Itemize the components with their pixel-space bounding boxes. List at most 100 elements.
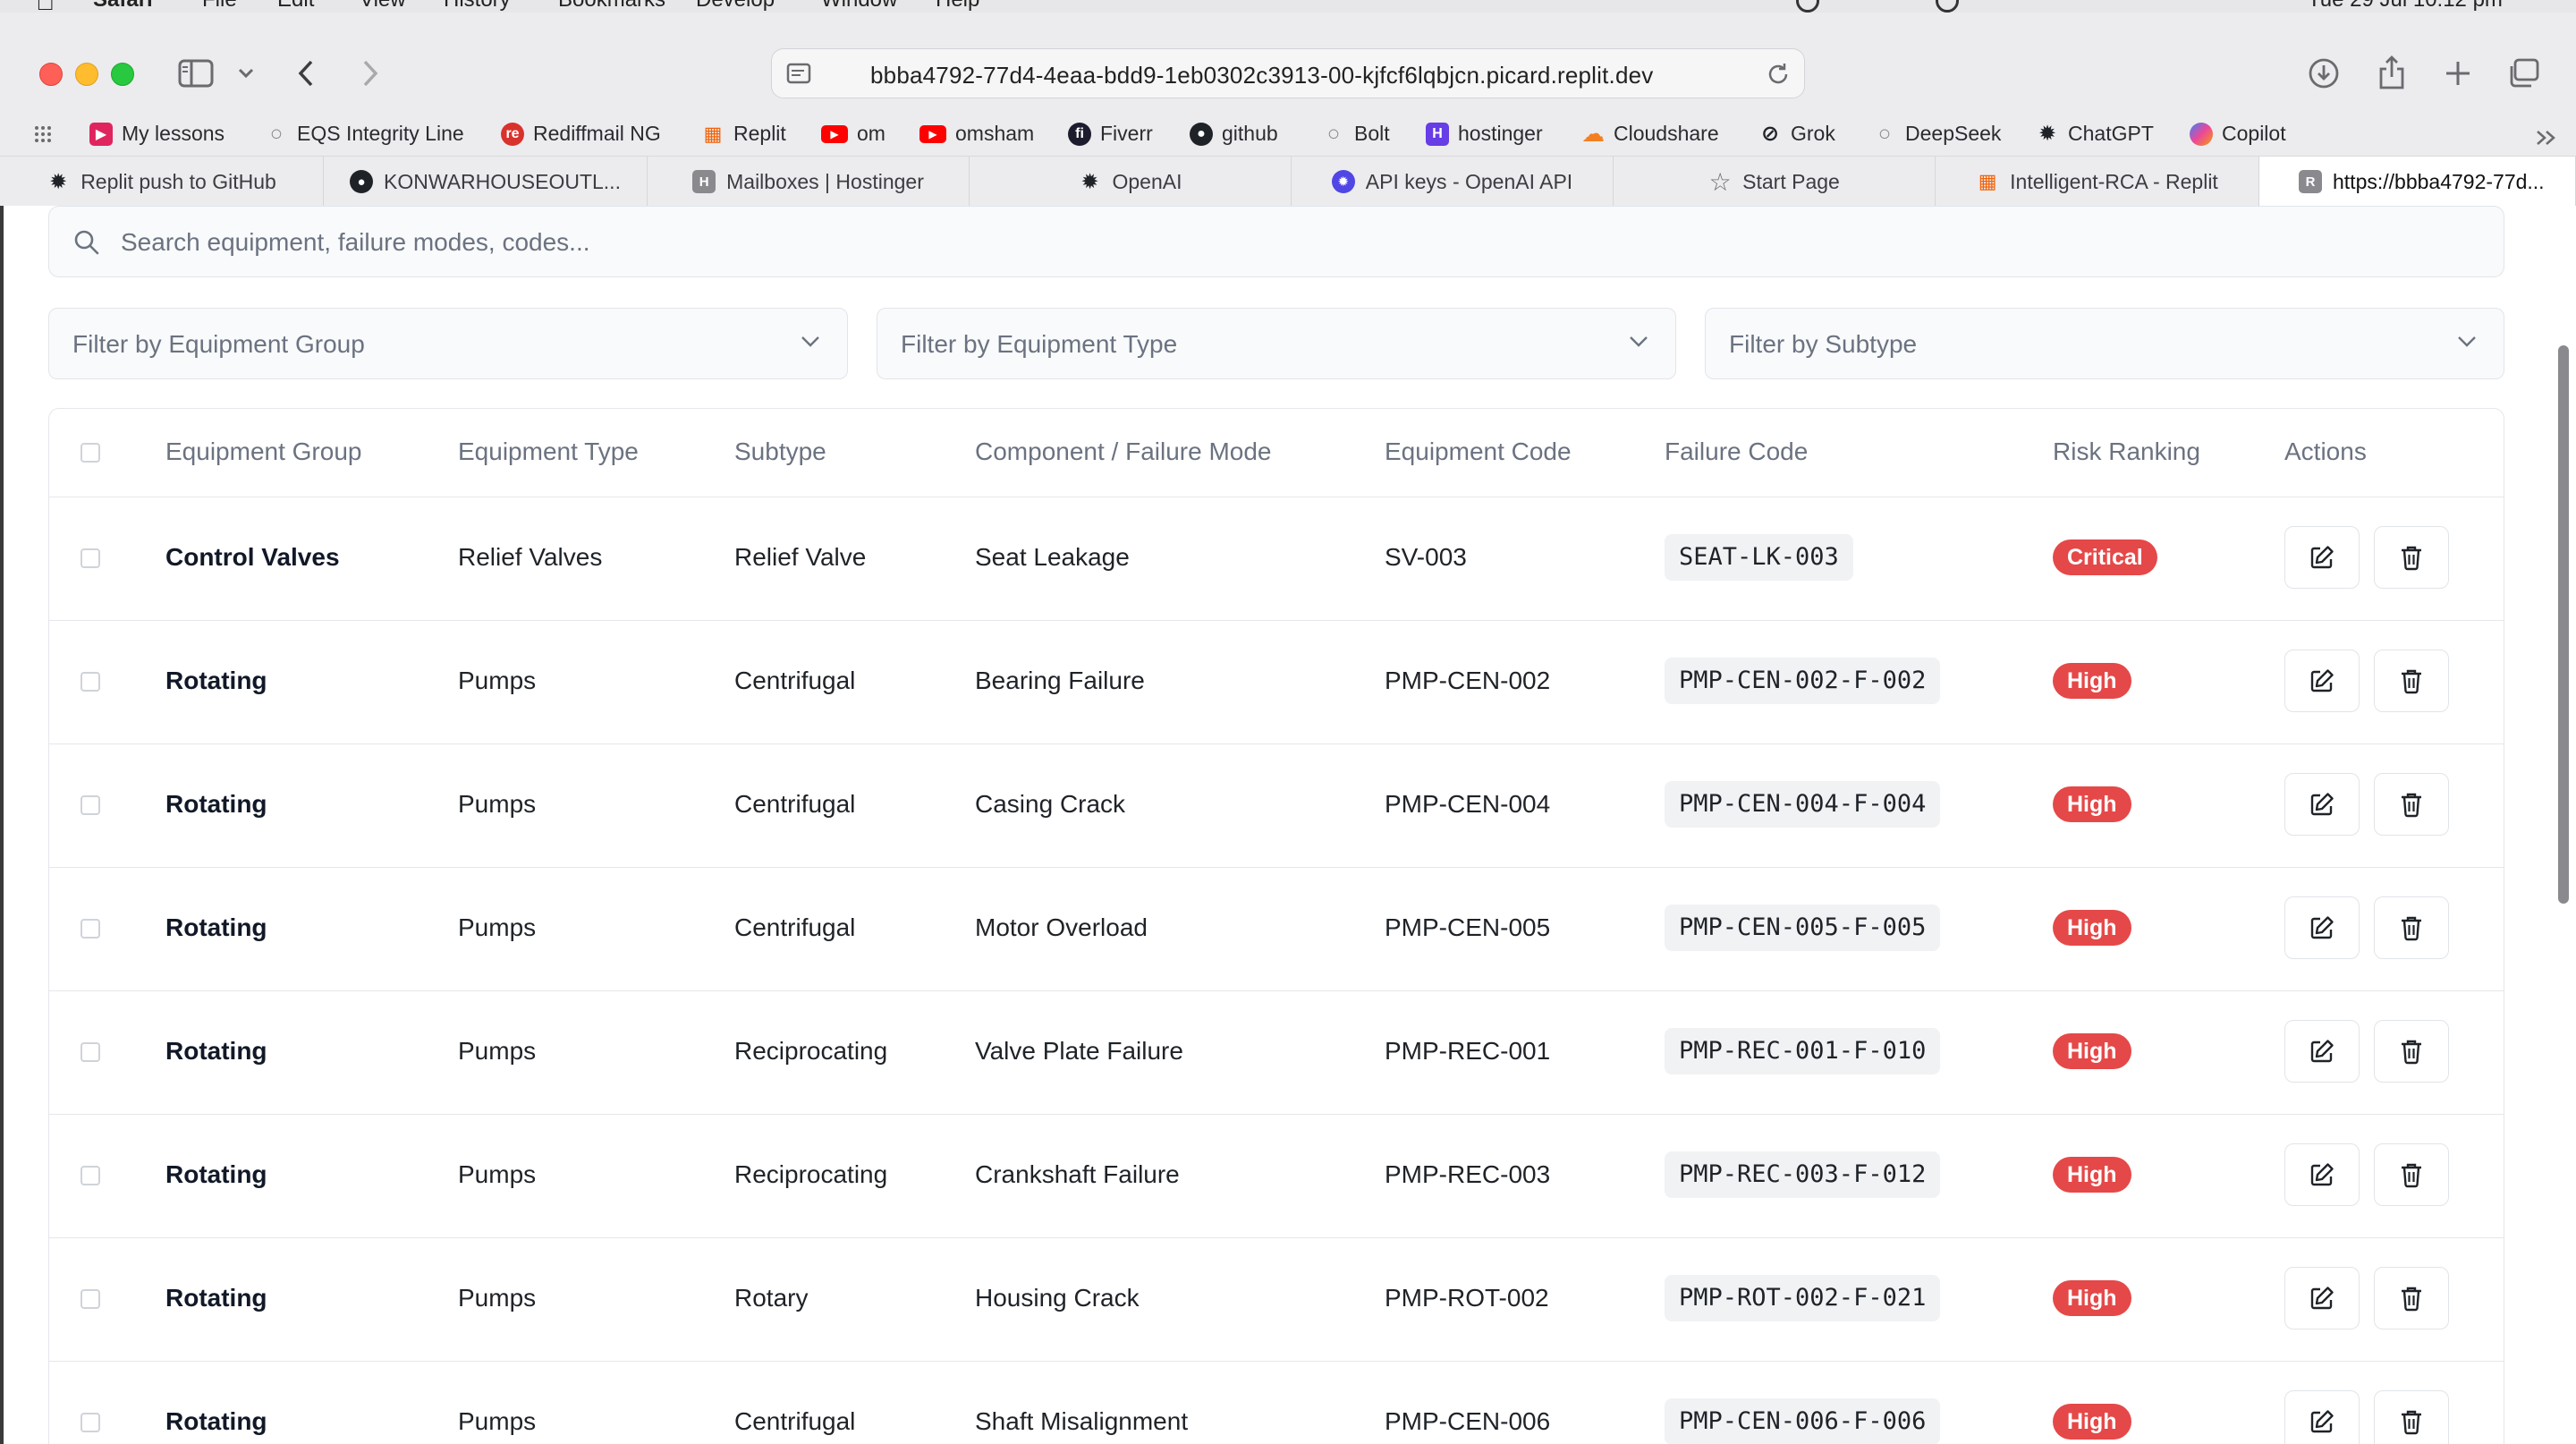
tab-api-keys[interactable]: ✹ API keys - OpenAI API <box>1292 157 1614 207</box>
edit-button[interactable] <box>2284 1267 2360 1329</box>
tab-start-page[interactable]: ☆ Start Page <box>1614 157 1936 207</box>
bookmark-om[interactable]: ▶ om <box>821 122 886 146</box>
page-icon: R <box>2299 170 2322 193</box>
edit-button[interactable] <box>2284 773 2360 836</box>
bookmark-copilot[interactable]: Copilot <box>2190 122 2286 146</box>
tab-hostinger[interactable]: H Mailboxes | Hostinger <box>648 157 970 207</box>
forward-icon[interactable] <box>356 55 385 91</box>
column-equipment-type[interactable]: Equipment Type <box>458 437 639 466</box>
menu-file[interactable]: File <box>202 0 237 13</box>
row-checkbox[interactable] <box>80 548 100 568</box>
table-row: Rotating Pumps Centrifugal Casing Crack PMP-… <box>49 743 2504 868</box>
bookmark-cloudshare[interactable]: ☁ Cloudshare <box>1581 120 1719 147</box>
page-content: Search equipment, failure modes, codes..… <box>0 206 2576 1444</box>
column-subtype[interactable]: Subtype <box>734 437 826 466</box>
search-input[interactable]: Search equipment, failure modes, codes..… <box>48 206 2504 277</box>
failure-code-chip: PMP-CEN-005-F-005 <box>1665 905 1941 951</box>
cell-equipment-code: PMP-ROT-002 <box>1385 1284 1549 1312</box>
cell-equipment-group: Rotating <box>165 1160 267 1188</box>
row-checkbox[interactable] <box>80 795 100 815</box>
row-checkbox[interactable] <box>80 1042 100 1062</box>
menu-app[interactable]: Safari <box>93 0 153 13</box>
bookmark-bolt[interactable]: ○ Bolt <box>1322 122 1390 146</box>
bookmark-rediffmail[interactable]: re Rediffmail NG <box>501 122 661 146</box>
edit-icon <box>2309 914 2335 941</box>
status-icon[interactable] <box>1796 0 1819 13</box>
row-checkbox[interactable] <box>80 1289 100 1309</box>
new-tab-icon[interactable] <box>2438 54 2478 93</box>
bookmark-github[interactable]: ● github <box>1190 122 1278 146</box>
select-all-checkbox[interactable] <box>80 443 100 463</box>
row-checkbox[interactable] <box>80 919 100 939</box>
bookmark-my-lessons[interactable]: ▶ My lessons <box>89 122 225 146</box>
edit-button[interactable] <box>2284 1390 2360 1444</box>
zoom-window-button[interactable] <box>111 63 134 86</box>
tab-intelligent-rca[interactable]: ▦ Intelligent-RCA - Replit <box>1936 157 2259 207</box>
column-risk-ranking[interactable]: Risk Ranking <box>2053 437 2200 466</box>
tab-openai[interactable]: ✹ OpenAI <box>970 157 1292 207</box>
delete-button[interactable] <box>2374 1267 2449 1329</box>
chevron-down-icon <box>1629 336 1648 353</box>
menubar-clock[interactable]: Tue 29 Jul 10:12 pm <box>2308 0 2503 13</box>
delete-button[interactable] <box>2374 896 2449 959</box>
edit-button[interactable] <box>2284 526 2360 589</box>
delete-button[interactable] <box>2374 650 2449 712</box>
filter-equipment-type[interactable]: Filter by Equipment Type <box>877 308 1676 379</box>
row-checkbox[interactable] <box>80 1413 100 1432</box>
scrollbar-thumb[interactable] <box>2558 345 2569 904</box>
bookmark-hostinger[interactable]: Hhostinger <box>1426 122 1543 146</box>
filter-subtype[interactable]: Filter by Subtype <box>1705 308 2504 379</box>
share-icon[interactable] <box>2372 52 2411 93</box>
downloads-icon[interactable] <box>2304 54 2343 93</box>
tab-konwarhouse[interactable]: ● KONWARHOUSEOUTL... <box>324 157 648 207</box>
edit-button[interactable] <box>2284 1143 2360 1206</box>
menu-edit[interactable]: Edit <box>277 0 314 13</box>
menu-help[interactable]: Help <box>936 0 979 13</box>
address-bar[interactable]: bbba4792-77d4-4eaa-bdd9-1eb0302c3913-00-… <box>771 48 1805 98</box>
minimize-window-button[interactable] <box>75 63 98 86</box>
apps-grid-icon[interactable] <box>34 125 57 149</box>
edit-button[interactable] <box>2284 650 2360 712</box>
menu-window[interactable]: Window <box>821 0 897 13</box>
page-settings-icon[interactable] <box>786 62 813 91</box>
column-failure-mode[interactable]: Component / Failure Mode <box>975 437 1272 466</box>
row-checkbox[interactable] <box>80 1166 100 1185</box>
edit-button[interactable] <box>2284 1020 2360 1083</box>
delete-button[interactable] <box>2374 773 2449 836</box>
sidebar-toggle-icon[interactable] <box>175 55 216 91</box>
column-equipment-group[interactable]: Equipment Group <box>165 437 361 466</box>
delete-button[interactable] <box>2374 1020 2449 1083</box>
close-window-button[interactable] <box>39 63 63 86</box>
edit-button[interactable] <box>2284 896 2360 959</box>
bookmark-replit[interactable]: ▦ Replit <box>701 122 786 146</box>
delete-button[interactable] <box>2374 526 2449 589</box>
column-failure-code[interactable]: Failure Code <box>1665 437 1808 466</box>
filter-equipment-group[interactable]: Filter by Equipment Group <box>48 308 848 379</box>
bookmark-grok[interactable]: ⊘ Grok <box>1758 122 1835 146</box>
status-icon[interactable] <box>1936 0 1959 13</box>
tab-overview-icon[interactable] <box>2503 54 2544 93</box>
reload-icon[interactable] <box>1765 61 1792 92</box>
table-row: Rotating Pumps Centrifugal Bearing Failure P… <box>49 620 2504 744</box>
bookmark-chatgpt[interactable]: ✹ ChatGPT <box>2036 122 2154 146</box>
delete-button[interactable] <box>2374 1143 2449 1206</box>
risk-badge: High <box>2053 786 2131 822</box>
bookmark-eqs-integrity-line[interactable]: ○ EQS Integrity Line <box>265 122 464 146</box>
menu-history[interactable]: History <box>444 0 511 13</box>
menu-view[interactable]: View <box>360 0 406 13</box>
bookmarks-overflow-icon[interactable] <box>2535 129 2558 151</box>
bookmark-deepseek[interactable]: ○ DeepSeek <box>1873 122 2002 146</box>
bookmark-fiverr[interactable]: fi Fiverr <box>1068 122 1153 146</box>
column-equipment-code[interactable]: Equipment Code <box>1385 437 1572 466</box>
tab-replit-push[interactable]: ✹ Replit push to GitHub <box>0 157 324 207</box>
cell-equipment-group: Rotating <box>165 790 267 818</box>
tab-current-page[interactable]: Rhttps://bbba4792-77d... <box>2259 157 2576 207</box>
bookmark-omsham[interactable]: ▶ omsham <box>919 122 1034 146</box>
chevron-down-icon[interactable] <box>234 59 258 88</box>
delete-button[interactable] <box>2374 1390 2449 1444</box>
menu-bookmarks[interactable]: Bookmarks <box>558 0 665 13</box>
row-checkbox[interactable] <box>80 672 100 692</box>
apple-menu-icon[interactable]:  <box>36 0 55 13</box>
menu-develop[interactable]: Develop <box>696 0 775 13</box>
back-icon[interactable] <box>292 55 320 91</box>
